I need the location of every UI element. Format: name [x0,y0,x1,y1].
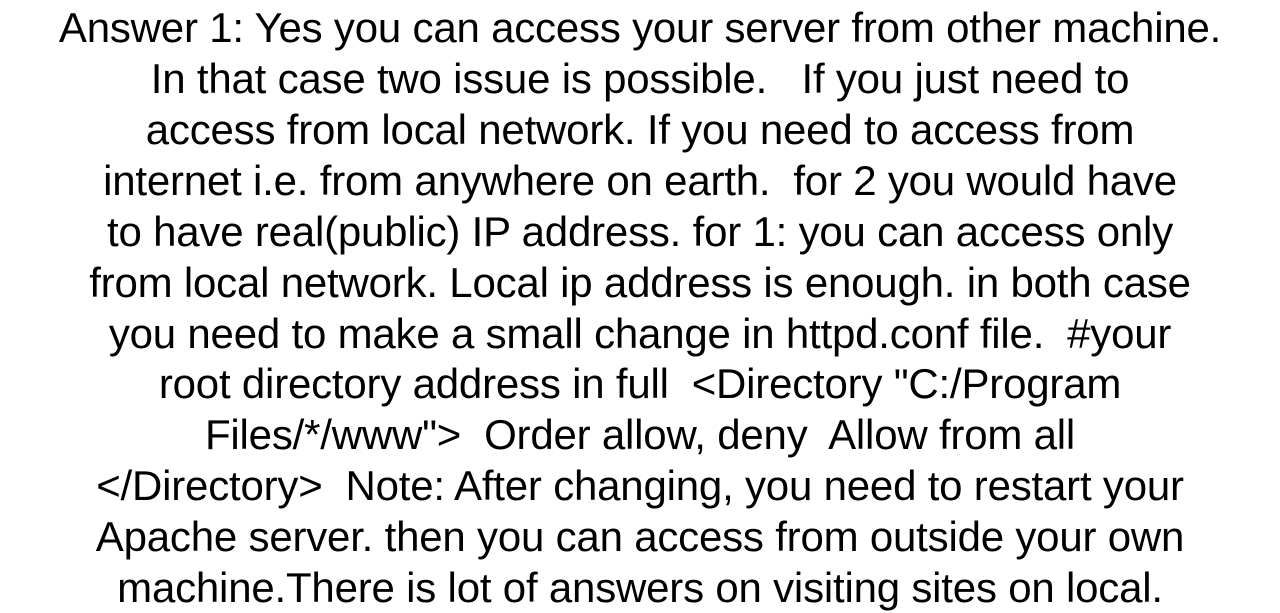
text-line-11: Apache server. then you can access from … [95,513,1185,561]
text-line-8: root directory address in full <Director… [158,360,1122,408]
text-line-2: In that case two issue is possible. If y… [150,54,1130,102]
text-line-4: internet i.e. from anywhere on earth. fo… [103,156,1177,204]
text-line-3: access from local network. If you need t… [145,105,1135,153]
text-line-7: you need to make a small change in httpd… [108,309,1172,357]
text-line-9: Files/*/www"> Order allow, deny Allow fr… [204,411,1076,459]
text-line-10: </Directory> Note: After changing, you n… [96,462,1184,510]
text-line-1: Answer 1: Yes you can access your server… [58,4,1222,51]
text-line-12: machine.There is lot of answers on visit… [117,564,1163,612]
answer-text-block: Answer 1: Yes you can access your server… [0,0,1280,613]
text-line-5: to have real(public) IP address. for 1: … [107,207,1173,255]
text-line-6: from local network. Local ip address is … [89,258,1191,306]
answer-image-canvas: Answer 1: Yes you can access your server… [0,0,1280,613]
